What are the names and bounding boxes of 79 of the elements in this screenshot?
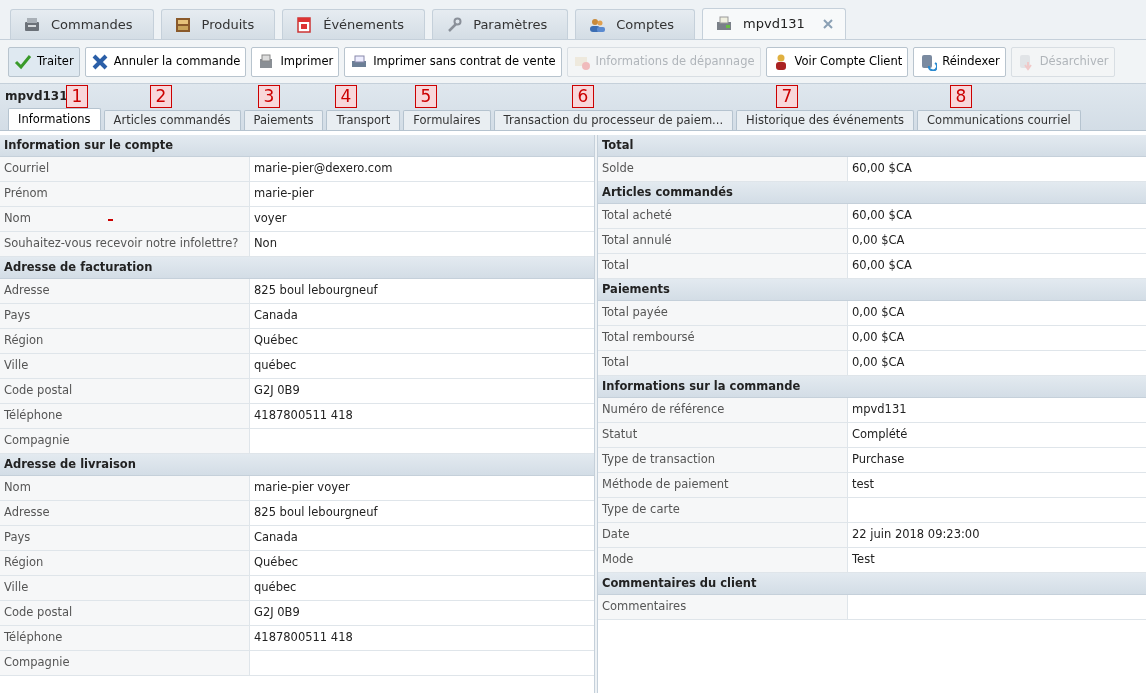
field-label: Total <box>598 254 848 278</box>
field-label: Prénom <box>0 182 250 206</box>
number-label: 2 <box>150 85 172 108</box>
section-tab[interactable]: Formulaires <box>403 110 491 130</box>
field-label: Nom <box>0 476 250 500</box>
cross-icon <box>90 52 109 71</box>
field-label: Total acheté <box>598 204 848 228</box>
checkmark-icon <box>14 52 32 71</box>
section-header: Paiements <box>598 279 1146 301</box>
section-tab[interactable]: Historique des événements <box>736 110 915 130</box>
number-label: 1 <box>66 85 88 108</box>
section-header: Commentaires du client <box>598 573 1146 595</box>
app-tab[interactable]: Produits <box>160 9 276 39</box>
app-tab[interactable]: Événements <box>282 9 426 39</box>
field-label: Méthode de paiement <box>598 473 848 497</box>
number-label: 5 <box>415 85 437 108</box>
field-label: Total <box>598 351 848 375</box>
printer-icon <box>715 15 734 33</box>
order-title: mpvd131 <box>5 88 68 105</box>
field-label: Téléphone <box>0 404 250 428</box>
field-label: Ville <box>0 576 250 600</box>
field-label: Nom <box>0 207 250 231</box>
field-label: Type de transaction <box>598 448 848 472</box>
field-label: Commentaires <box>598 595 848 619</box>
section-tab[interactable]: Informations <box>8 108 101 130</box>
app-tab[interactable]: Paramètres <box>432 9 569 39</box>
section-header: Informations sur la commande <box>598 376 1146 398</box>
field-label: Total annulé <box>598 229 848 253</box>
number-label: 8 <box>950 85 972 108</box>
shelf-icon <box>173 15 192 34</box>
field-label: Région <box>0 551 250 575</box>
toolbar-button[interactable]: Imprimer <box>251 46 340 77</box>
number-label: 6 <box>572 85 594 108</box>
section-tab[interactable]: Transport <box>326 110 401 130</box>
calendar-icon <box>295 15 314 34</box>
section-header: Total <box>598 135 1146 157</box>
field-label: Région <box>0 329 250 353</box>
field-label: Compagnie <box>0 651 250 675</box>
toolbar-button[interactable]: Réindexer <box>913 46 1006 77</box>
toolbar-button[interactable]: Annuler la commande <box>84 46 247 77</box>
number-label: 7 <box>776 85 798 108</box>
section-header: Articles commandés <box>598 182 1146 204</box>
field-label: Pays <box>0 526 250 550</box>
section-tab[interactable]: Transaction du processeur de paiem... <box>493 110 734 130</box>
app-tab[interactable]: Comptes <box>575 9 696 39</box>
section-tab[interactable]: Articles commandés <box>103 110 241 130</box>
field-label: Souhaitez-vous recevoir notre infolettre? <box>0 232 250 256</box>
database-icon <box>919 52 938 71</box>
close-icon[interactable] <box>822 19 833 29</box>
number-label: 4 <box>335 85 357 108</box>
toolbar-button[interactable]: Imprimer sans contrat de vente <box>344 46 562 77</box>
toolbar-button[interactable]: Voir Compte Client <box>765 46 909 77</box>
field-label: Total remboursé <box>598 326 848 350</box>
field-label: Numéro de référence <box>598 398 848 422</box>
app-tab[interactable]: mpvd131 <box>702 8 846 39</box>
app-tab[interactable]: Commandes <box>10 9 154 39</box>
field-label: Ville <box>0 354 250 378</box>
field-label: Type de carte <box>598 498 848 522</box>
toolbar-button[interactable]: Traiter <box>8 46 80 77</box>
field-label: Code postal <box>0 601 250 625</box>
field-label: Pays <box>0 304 250 328</box>
field-label: Compagnie <box>0 429 250 453</box>
field-label: Code postal <box>0 379 250 403</box>
number-label: 3 <box>258 85 280 108</box>
field-label: Courriel <box>0 157 250 181</box>
section-header: Adresse de livraison <box>0 454 594 476</box>
section-header: Adresse de facturation <box>0 257 594 279</box>
section-tab[interactable]: Communications courriel <box>917 110 1081 130</box>
field-label: Date <box>598 523 848 547</box>
field-label: Mode <box>598 548 848 572</box>
dash-mark <box>108 219 113 221</box>
field-label: Adresse <box>0 279 250 303</box>
field-label: Solde <box>598 157 848 181</box>
field-label: Téléphone <box>0 626 250 650</box>
field-label: Total payée <box>598 301 848 325</box>
section-header: Information sur le compte <box>0 135 594 157</box>
field-label: Statut <box>598 423 848 447</box>
section-tab[interactable]: Paiements <box>243 110 324 130</box>
field-label: Adresse <box>0 501 250 525</box>
